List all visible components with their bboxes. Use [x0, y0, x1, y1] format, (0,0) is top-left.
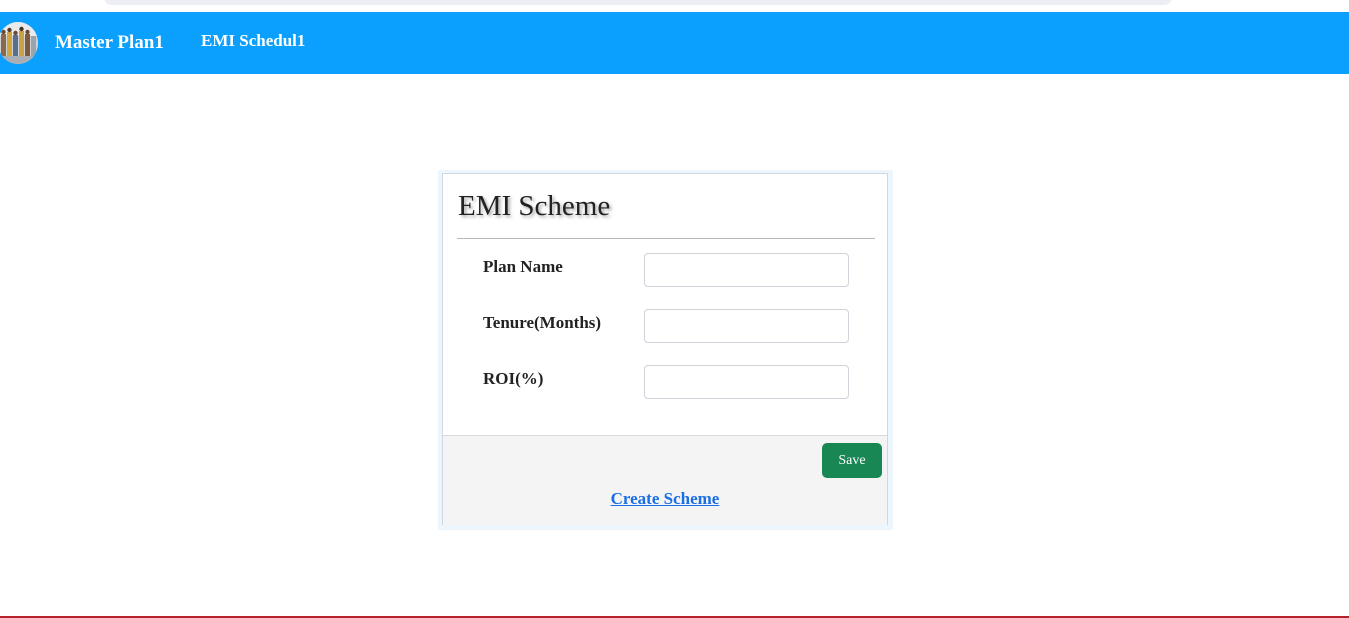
emi-scheme-form-card: EMI Scheme Plan Name Tenure(Months) ROI(… [442, 173, 888, 525]
roi-percent-input[interactable] [644, 365, 849, 399]
browser-top-strip [0, 0, 1349, 12]
plan-name-label: Plan Name [483, 257, 563, 276]
form-footer: Save Create Scheme [443, 435, 887, 525]
nav-link-emi-schedule[interactable]: EMI Schedul1 [201, 31, 305, 51]
roi-percent-label: ROI(%) [483, 369, 544, 388]
save-button[interactable]: Save [822, 443, 882, 478]
plan-name-input[interactable] [644, 253, 849, 287]
avatar[interactable] [0, 22, 38, 64]
page-title: EMI Scheme [458, 190, 611, 222]
tenure-months-input[interactable] [644, 309, 849, 343]
tenure-months-label: Tenure(Months) [483, 313, 602, 332]
browser-address-bar-edge [104, 0, 1172, 5]
create-scheme-link[interactable]: Create Scheme [443, 489, 887, 509]
nav-link-master-plan[interactable]: Master Plan1 [55, 32, 164, 54]
top-navbar: Master Plan1 EMI Schedul1 [0, 12, 1349, 74]
title-divider [457, 238, 875, 239]
user-photo-avatar-icon [0, 22, 38, 64]
